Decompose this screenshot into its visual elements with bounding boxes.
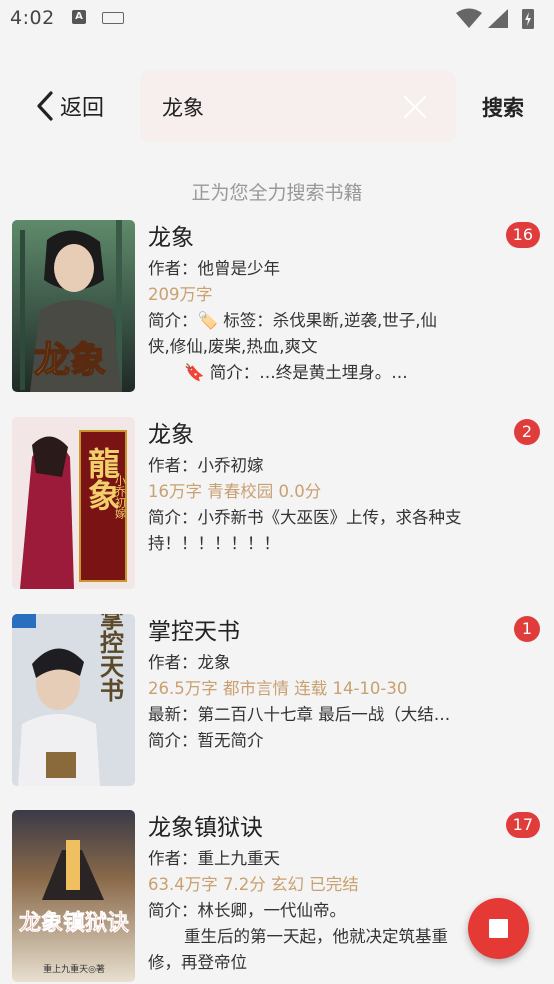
keyboard-icon (102, 12, 124, 24)
cover-title: 龙象 (34, 339, 106, 381)
book-desc-line: 简介：🏷️ 标签：杀伐果断,逆袭,世子,仙 (148, 311, 438, 330)
book-cover: 龍象 小乔初嫁 (12, 417, 135, 589)
cover-author: 小乔初嫁 (114, 475, 127, 520)
book-cover: 掌控天书 (12, 614, 135, 786)
source-count-badge: 1 (514, 616, 540, 642)
book-meta: 16万字 青春校园 0.0分 (148, 482, 322, 501)
book-author: 作者：小乔初嫁 (148, 456, 264, 475)
book-info: 龙象 作者：他曾是少年 209万字 简介：🏷️ 标签：杀伐果断,逆袭,世子,仙 … (148, 220, 508, 386)
book-info: 龙象 作者：小乔初嫁 16万字 青春校园 0.0分 简介：小乔新书《大巫医》上传… (148, 417, 508, 557)
book-author: 作者：他曾是少年 (148, 259, 280, 278)
wifi-icon (456, 8, 482, 28)
source-count-badge: 16 (505, 222, 540, 248)
signal-icon (488, 9, 508, 28)
book-title: 掌控天书 (148, 619, 240, 645)
book-desc-line: 重生后的第一天起，他就决定筑基重 (184, 927, 448, 946)
list-item[interactable]: 龙象 龙象 作者：他曾是少年 209万字 简介：🏷️ 标签：杀伐果断,逆袭,世子… (0, 220, 554, 392)
search-input[interactable] (162, 90, 382, 124)
list-item[interactable]: 掌控天书 掌控天书 作者：龙象 26.5万字 都市言情 连载 14-10-30 … (0, 614, 554, 786)
search-box (140, 70, 456, 142)
book-cover: 龙象镇狱诀 重上九重天◎著 (12, 810, 135, 982)
book-title: 龙象 (148, 422, 194, 448)
stop-search-button[interactable] (468, 898, 529, 959)
source-count-badge: 17 (505, 812, 540, 838)
book-latest-chapter: 最新：第二百八十七章 最后一战（大结… (148, 705, 451, 724)
notification-a-icon: A (72, 10, 86, 24)
status-bar: 4:02 A (0, 0, 554, 40)
book-author: 作者：重上九重天 (148, 849, 280, 868)
chevron-left-icon (37, 91, 53, 121)
book-desc-line: 简介：暂无简介 (148, 731, 264, 750)
book-desc-line: 修，再登帝位 (148, 953, 247, 972)
book-info: 掌控天书 作者：龙象 26.5万字 都市言情 连载 14-10-30 最新：第二… (148, 614, 508, 754)
source-count-badge: 2 (514, 419, 540, 445)
search-button[interactable]: 搜索 (482, 92, 524, 122)
cover-title: 龙象镇狱诀 (19, 910, 129, 936)
book-desc-line: 简介：小乔新书《大巫医》上传，求各种支 (148, 508, 462, 527)
book-title: 龙象镇狱诀 (148, 815, 263, 841)
cover-title: 掌控天书 (96, 614, 125, 702)
cover-author: 重上九重天◎著 (43, 963, 105, 975)
system-status-icons (456, 8, 534, 29)
book-desc-line: 侠,修仙,废柴,热血,爽文 (148, 337, 318, 356)
book-desc-line: 🔖 简介：…终是黄土埋身。… (184, 363, 408, 382)
list-item[interactable]: 龙象镇狱诀 重上九重天◎著 龙象镇狱诀 作者：重上九重天 63.4万字 7.2分… (0, 810, 554, 982)
status-time: 4:02 (10, 7, 55, 29)
back-button[interactable]: 返回 (34, 88, 104, 124)
clear-icon[interactable] (402, 94, 428, 120)
book-cover: 龙象 (12, 220, 135, 392)
book-meta: 26.5万字 都市言情 连载 14-10-30 (148, 679, 408, 698)
search-header: 返回 搜索 (0, 68, 554, 144)
search-status-text: 正为您全力搜索书籍 (191, 182, 363, 204)
book-title: 龙象 (148, 225, 194, 251)
stop-icon (489, 919, 508, 938)
book-author: 作者：龙象 (148, 653, 231, 672)
list-item[interactable]: 龍象 小乔初嫁 龙象 作者：小乔初嫁 16万字 青春校园 0.0分 简介：小乔新… (0, 417, 554, 589)
book-info: 龙象镇狱诀 作者：重上九重天 63.4万字 7.2分 玄幻 已完结 简介：林长卿… (148, 810, 508, 976)
book-desc-line: 简介：林长卿，一代仙帝。 (148, 901, 346, 920)
book-meta: 209万字 (148, 285, 213, 304)
book-desc-line: 持！！！！！！！ (148, 534, 280, 553)
back-label: 返回 (60, 96, 105, 121)
book-meta: 63.4万字 7.2分 玄幻 已完结 (148, 875, 359, 894)
